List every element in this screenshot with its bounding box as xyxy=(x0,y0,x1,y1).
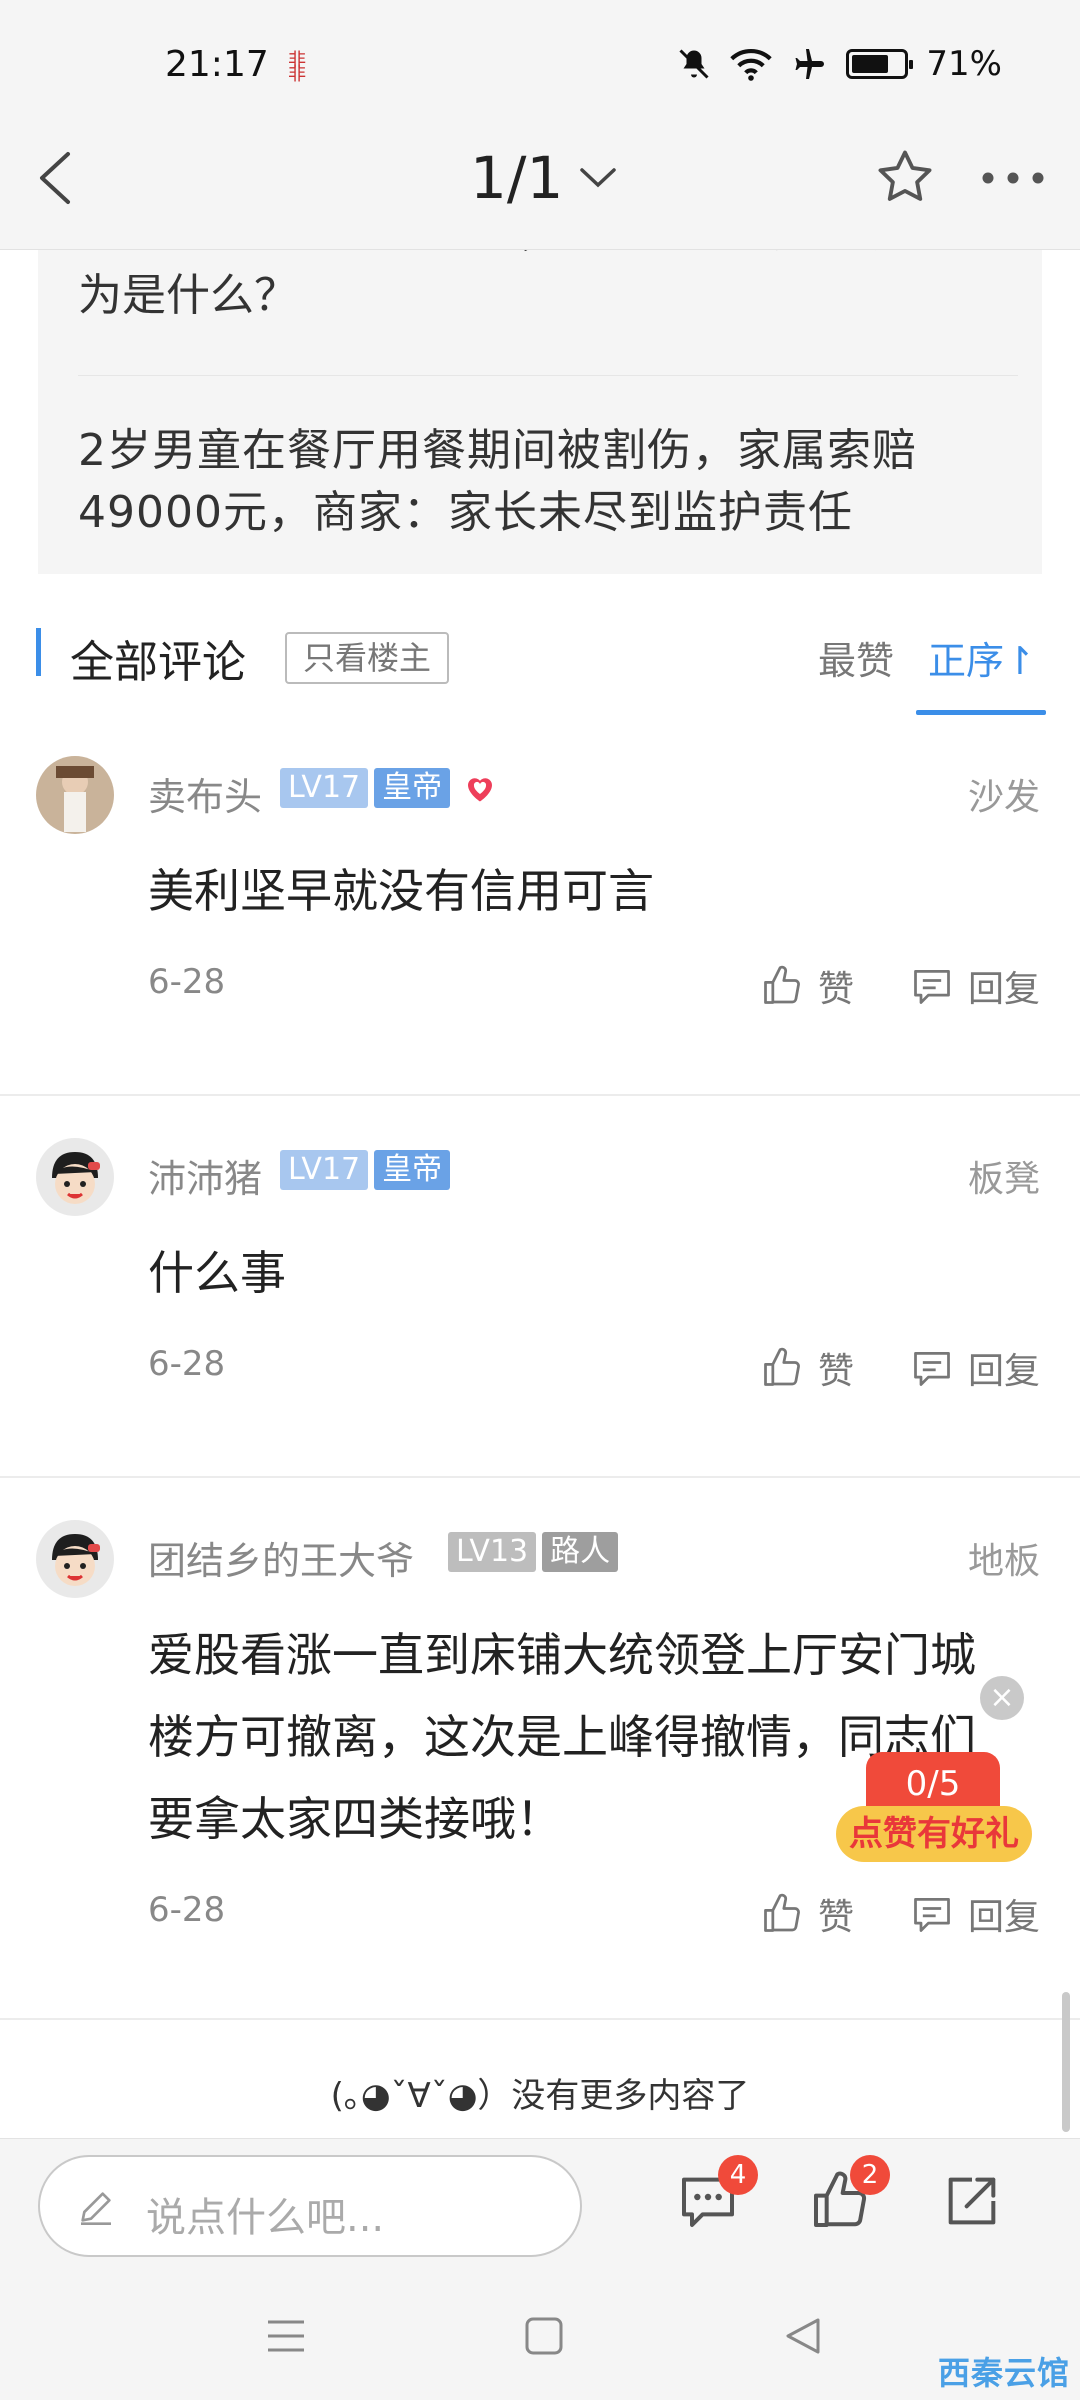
floor-label: 地板 xyxy=(967,1541,1040,1582)
comment-input[interactable]: 说点什么吧... xyxy=(38,2155,582,2257)
like-button[interactable]: 赞 xyxy=(760,960,854,1012)
bottom-action-bar: 说点什么吧... 4 2 xyxy=(0,2138,1080,2270)
user-badges: LV17 皇帝 xyxy=(280,768,498,808)
comment-date: 6-28 xyxy=(148,1344,226,1384)
favorite-star-icon[interactable] xyxy=(874,146,936,208)
status-time: 21:17 xyxy=(165,44,269,85)
status-icons: 71% xyxy=(676,44,1002,84)
like-button[interactable]: 赞 xyxy=(760,1888,854,1940)
related-article-title: 2岁男童在餐厅用餐期间被割伤，家属索赔49000元，商家：家长未尽到监护责任 xyxy=(78,425,917,538)
rank-badge: 路人 xyxy=(542,1532,619,1572)
reply-label: 回复 xyxy=(967,1897,1040,1938)
more-options-icon[interactable] xyxy=(978,158,1048,198)
back-triangle-icon[interactable] xyxy=(782,2316,822,2356)
username[interactable]: 卖布头 xyxy=(148,766,262,821)
floor-label: 沙发 xyxy=(967,777,1040,818)
username[interactable]: 沛沛猪 xyxy=(148,1148,262,1203)
comment-actions: 赞 回复 xyxy=(760,960,1040,1012)
nav-bar: 1/1 xyxy=(0,108,1080,250)
avatar[interactable] xyxy=(36,1138,114,1216)
reply-button[interactable]: 回复 xyxy=(910,1342,1040,1394)
pencil-icon xyxy=(81,2192,111,2225)
scrollbar[interactable] xyxy=(1062,1992,1070,2132)
like-post-button[interactable]: 2 xyxy=(808,2155,890,2233)
comments-button[interactable]: 4 xyxy=(676,2155,758,2233)
airplane-mode-icon xyxy=(795,49,825,79)
section-accent-bar xyxy=(36,628,41,676)
comment-item: 卖布头 LV17 皇帝 沙发 美利坚早就没有信用可言 6-28 赞 回复 xyxy=(0,756,1080,1086)
share-icon xyxy=(948,2177,996,2225)
back-arrow-icon[interactable] xyxy=(30,148,80,208)
op-only-toggle[interactable]: 只看楼主 xyxy=(285,632,450,684)
sort-asc-tab[interactable]: 正序↾ xyxy=(928,630,1036,685)
reply-bubble-icon xyxy=(914,1897,950,1932)
mute-icon xyxy=(679,49,709,79)
related-articles: 【晚八点红包】往百货，你最不能接受的开车行为是什么？ 2岁男童在餐厅用餐期间被割… xyxy=(38,250,1042,574)
battery-icon xyxy=(846,49,914,79)
related-article-title: 【晚八点红包】往百货，你最不能接受的开车行为是什么？ xyxy=(78,250,1002,321)
comments-header: 全部评论 只看楼主 最赞 正序↾ xyxy=(0,608,1080,716)
divider xyxy=(0,2018,1080,2020)
reply-label: 回复 xyxy=(967,969,1040,1010)
reply-button[interactable]: 回复 xyxy=(910,1888,1040,1940)
like-label: 赞 xyxy=(817,1897,854,1938)
like-count-badge: 2 xyxy=(850,2155,890,2195)
comments-title: 全部评论 xyxy=(70,637,246,688)
page-selector[interactable]: 1/1 xyxy=(470,144,617,212)
divider xyxy=(0,1476,1080,1478)
avatar[interactable] xyxy=(36,1520,114,1598)
rank-badge: 皇帝 xyxy=(374,1150,451,1190)
like-button[interactable]: 赞 xyxy=(760,1342,854,1394)
share-button[interactable] xyxy=(940,2169,1004,2233)
like-label: 赞 xyxy=(817,1351,854,1392)
thumbs-up-icon xyxy=(764,1893,800,1932)
floor-label: 板凳 xyxy=(967,1159,1040,1200)
comment-placeholder: 说点什么吧... xyxy=(146,2195,385,2241)
comment-item: 团结乡的王大爷 LV13 路人 地板 爱股看涨一直到床铺大统领登上厅安门城楼方可… xyxy=(0,1520,1080,1980)
active-tab-underline xyxy=(916,710,1046,715)
user-badges: LV13 路人 xyxy=(448,1532,619,1572)
reply-button[interactable]: 回复 xyxy=(910,960,1040,1012)
battery-level xyxy=(852,55,889,73)
battery-percent: 71% xyxy=(926,44,1002,84)
comment-content: 美利坚早就没有信用可言 xyxy=(148,864,654,918)
avatar[interactable] xyxy=(36,756,114,834)
level-badge: LV17 xyxy=(280,1150,369,1190)
sort-hot-tab[interactable]: 最赞 xyxy=(818,630,894,685)
level-badge: LV17 xyxy=(280,768,369,808)
related-article[interactable]: 2岁男童在餐厅用餐期间被割伤，家属索赔49000元，商家：家长未尽到监护责任 xyxy=(78,376,1018,574)
reply-bubble-icon xyxy=(914,969,950,1004)
comment-item: 沛沛猪 LV17 皇帝 板凳 什么事 6-28 赞 回复 xyxy=(0,1138,1080,1468)
chevron-down-icon xyxy=(580,168,617,188)
home-icon[interactable] xyxy=(524,2316,564,2356)
reply-label: 回复 xyxy=(967,1351,1040,1392)
watermark: 西秦云馆 xyxy=(937,2354,1070,2392)
rank-badge: 皇帝 xyxy=(374,768,451,808)
close-popup-icon[interactable]: × xyxy=(980,1676,1024,1720)
comment-count-badge: 4 xyxy=(718,2155,758,2195)
level-badge: LV13 xyxy=(448,1532,537,1572)
comment-date: 6-28 xyxy=(148,962,226,1002)
reply-bubble-icon xyxy=(914,1351,950,1386)
divider xyxy=(0,1094,1080,1096)
thumbs-up-icon xyxy=(764,1347,800,1386)
menu-icon[interactable] xyxy=(266,2316,306,2356)
thumbs-up-icon xyxy=(764,965,800,1004)
wifi-icon xyxy=(730,48,773,81)
comment-actions: 赞 回复 xyxy=(760,1888,1040,1940)
no-more-content: (｡◕ˇ∀ˇ◕）没有更多内容了 xyxy=(330,2076,750,2116)
page-indicator: 1/1 xyxy=(470,144,564,212)
like-reward-button[interactable]: 点赞有好礼 xyxy=(836,1806,1032,1862)
user-badges: LV17 皇帝 xyxy=(280,1150,451,1190)
app-notification-icon: ⾮⾮ xyxy=(288,50,306,85)
system-navigation-bar: 西秦云馆 xyxy=(0,2270,1080,2400)
like-label: 赞 xyxy=(817,969,854,1010)
username[interactable]: 团结乡的王大爷 xyxy=(148,1530,414,1585)
comment-actions: 赞 回复 xyxy=(760,1342,1040,1394)
heart-badge-icon xyxy=(468,778,493,802)
related-article[interactable]: 【晚八点红包】往百货，你最不能接受的开车行为是什么？ xyxy=(78,250,1018,376)
comment-content: 什么事 xyxy=(148,1246,286,1300)
comment-date: 6-28 xyxy=(148,1890,226,1930)
status-bar: 21:17 ⾮⾮ 71% xyxy=(0,0,1080,108)
